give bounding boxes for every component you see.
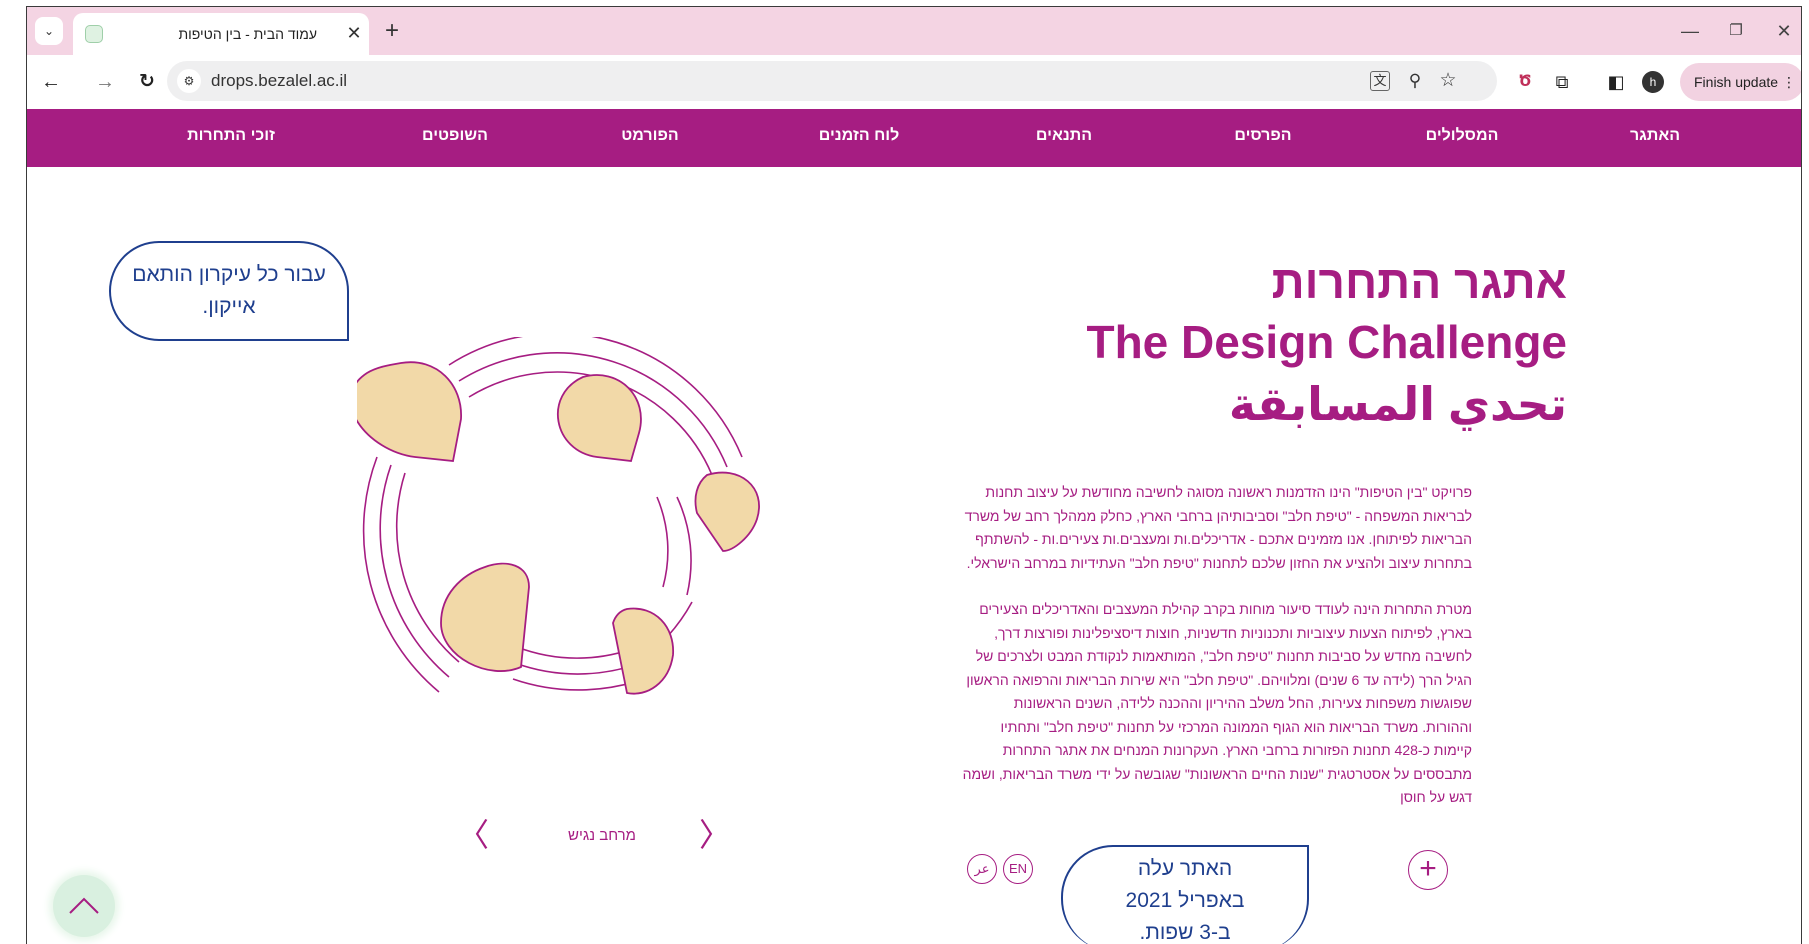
accessible-space-illustration <box>357 337 760 695</box>
side-panel-icon[interactable]: ◧ <box>1602 68 1630 96</box>
ring-arc <box>666 601 693 638</box>
ring-arc <box>676 496 692 596</box>
description-paragraph-1: פרויקט "בין הטיפות" הינו הזדמנות ראשונה … <box>964 484 1472 571</box>
hero-title-arabic: تحدي المسابقة <box>1228 378 1567 430</box>
annotation-launch-line-3: ב-3 שפות. <box>1139 921 1231 944</box>
tab-close-icon[interactable]: ✕ <box>343 22 365 44</box>
finish-update-button[interactable]: Finish update ⋮ <box>1680 63 1801 101</box>
hero-title-hebrew: אתגר התחרות <box>1271 256 1567 308</box>
nav-item-challenge[interactable]: האתגר <box>1630 127 1680 145</box>
reload-icon[interactable]: ↻ <box>133 68 161 96</box>
forward-arrow-icon[interactable]: → <box>91 68 119 96</box>
annotation-launch-line-1: האתר עלה <box>1137 857 1233 880</box>
carousel-caption: מרחב נגיש <box>568 827 636 844</box>
carousel-next-chevron-icon[interactable]: 〉 <box>699 817 731 853</box>
url-text[interactable]: drops.bezalel.ac.il <box>211 71 347 91</box>
drop-shape <box>440 562 530 672</box>
nav-item-prizes[interactable]: הפרסים <box>1234 127 1291 145</box>
site-navigation: האתגר המסלולים הפרסים התנאים לוח הזמנים … <box>27 109 1801 167</box>
nav-item-terms[interactable]: התנאים <box>1036 127 1092 145</box>
back-arrow-icon[interactable]: ← <box>37 68 65 96</box>
favicon-icon <box>85 25 103 43</box>
annotation-bubble-icons: עבור כל עיקרון הותאם אייקון. <box>109 241 349 341</box>
active-tab[interactable]: עמוד הבית - בין הטיפות ✕ <box>73 13 369 55</box>
ring-arc <box>656 496 669 588</box>
carousel-prev-chevron-icon[interactable]: 〈 <box>457 817 489 853</box>
drop-shape <box>694 471 760 552</box>
nav-item-judges[interactable]: השופטים <box>422 127 488 145</box>
nav-item-schedule[interactable]: לוח הזמנים <box>819 127 900 145</box>
address-bar[interactable]: ⚙ drops.bezalel.ac.il 文 ⚲ ☆ <box>167 61 1497 101</box>
expand-plus-button[interactable]: + <box>1408 850 1448 890</box>
annotation-launch-line-2: באפריל 2021 <box>1125 889 1245 912</box>
new-tab-button[interactable]: + <box>379 19 405 45</box>
finish-update-label: Finish update <box>1694 74 1779 90</box>
minimize-icon[interactable]: — <box>1678 21 1702 41</box>
ring-arc <box>379 464 450 678</box>
zoom-icon[interactable]: ⚲ <box>1403 69 1427 93</box>
drop-shape <box>612 607 674 695</box>
nav-item-tracks[interactable]: המסלולים <box>1426 127 1499 145</box>
tab-title: עמוד הבית - בין הטיפות <box>178 26 317 42</box>
window-close-icon[interactable]: ✕ <box>1772 21 1796 41</box>
extension-icon[interactable]: Ծ <box>1511 68 1539 96</box>
nav-item-winners[interactable]: זוכי התחרות <box>187 127 275 145</box>
challenge-description: פרויקט "בין הטיפות" הינו הזדמנות ראשונה … <box>962 481 1472 827</box>
language-arabic-button[interactable]: عر <box>967 854 997 884</box>
annotation-bubble-launch: האתר עלה באפריל 2021 ב-3 שפות. <box>1061 845 1309 944</box>
browser-window: ⌄ עמוד הבית - בין הטיפות ✕ + — ❐ ✕ ← → ↻… <box>26 6 1802 944</box>
tab-search-chevron-icon[interactable]: ⌄ <box>35 17 63 45</box>
site-info-icon[interactable]: ⚙ <box>177 69 201 93</box>
language-english-button[interactable]: EN <box>1003 854 1033 884</box>
extensions-puzzle-icon[interactable]: ⧉ <box>1548 68 1576 96</box>
profile-avatar[interactable]: h <box>1642 71 1664 93</box>
chevron-up-icon <box>69 897 99 914</box>
annotation-icon-note: עבור כל עיקרון הותאם אייקון. <box>132 263 326 318</box>
bookmark-star-icon[interactable]: ☆ <box>1436 69 1460 93</box>
nav-item-format[interactable]: הפורמט <box>621 127 678 145</box>
drop-shape <box>557 374 642 462</box>
hero-title-english: The Design Challenge <box>1086 316 1567 368</box>
description-paragraph-2: מטרת התחרות הינה לעודד סיעור מוחות בקרב … <box>962 601 1472 805</box>
scroll-to-top-button[interactable] <box>53 875 115 937</box>
restore-icon[interactable]: ❐ <box>1724 21 1748 41</box>
drop-shape <box>357 361 462 462</box>
hero-heading: אתגר התחרות The Design Challenge تحدي ال… <box>727 252 1567 436</box>
browser-toolbar: ← → ↻ ⚙ drops.bezalel.ac.il 文 ⚲ ☆ Ծ ⧉ ◧ … <box>27 55 1801 109</box>
translate-icon[interactable]: 文 <box>1370 71 1390 91</box>
tab-strip: ⌄ עמוד הבית - בין הטיפות ✕ + — ❐ ✕ <box>27 7 1801 55</box>
